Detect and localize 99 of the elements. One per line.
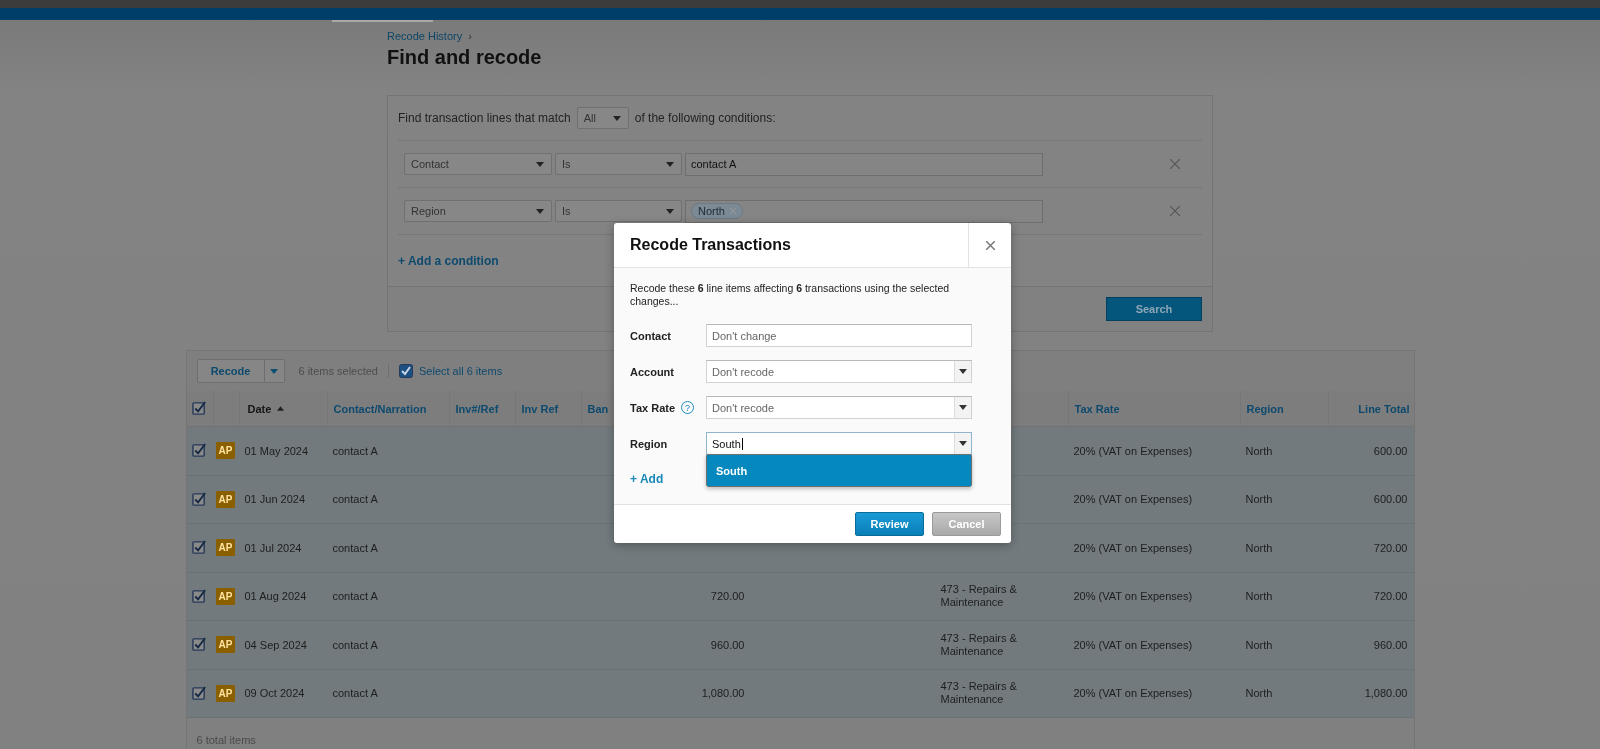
table-cell-text: 20% (VAT on Expenses) <box>1072 444 1194 457</box>
field-label: Account <box>630 365 674 378</box>
match-label: of the following conditions: <box>634 111 776 125</box>
add-link[interactable]: + Add <box>630 472 664 486</box>
cancel-button[interactable]: Cancel <box>932 512 1001 536</box>
column-header[interactable]: Region <box>1239 391 1328 426</box>
table-cell-text: 473 - Repairs & Maintenance <box>939 583 1018 610</box>
column-header[interactable]: Tax Rate <box>1067 391 1240 426</box>
operator-select[interactable]: Is <box>555 200 682 222</box>
checkbox[interactable] <box>399 364 413 378</box>
table-cell-text: 20% (VAT on Expenses) <box>1072 590 1194 603</box>
table-cell-text: North <box>1244 590 1274 603</box>
dialog-title: Recode Transactions <box>629 235 792 255</box>
table-cell-text: 20% (VAT on Expenses) <box>1072 541 1194 554</box>
text-field[interactable]: Don't change <box>706 324 972 347</box>
table-cell-text: 720.00 <box>709 590 746 603</box>
table-cell-text: North <box>1244 687 1274 700</box>
menu-toggle-button[interactable] <box>264 359 285 383</box>
table-cell-text: 473 - Repairs & Maintenance <box>939 631 1018 658</box>
search-button[interactable]: Search <box>1106 297 1202 321</box>
dropdown-option[interactable]: South <box>706 454 972 487</box>
select-all-link[interactable]: Select all 6 items <box>419 365 503 377</box>
breadcrumb-separator: › <box>468 30 472 42</box>
close-icon[interactable] <box>985 240 995 250</box>
field-select[interactable]: Region <box>404 200 552 222</box>
table-cell-text: 20% (VAT on Expenses) <box>1072 638 1194 651</box>
caret-icon <box>270 368 278 374</box>
table-cell-text: 01 Jul 2024 <box>243 541 303 554</box>
table-cell-text: North <box>1244 444 1274 457</box>
field-label: Contact <box>630 329 671 342</box>
caret-icon <box>959 405 967 410</box>
table-cell-text: 600.00 <box>1372 493 1409 506</box>
table-cell-text: contact A <box>331 444 379 457</box>
sort-up-icon <box>277 406 285 411</box>
table-cell-text: 960.00 <box>1372 638 1409 651</box>
breadcrumb-link[interactable]: Recode History <box>387 30 463 42</box>
table-cell-text: 960.00 <box>709 638 746 651</box>
column-header[interactable]: Line Total <box>1327 391 1416 426</box>
field-label: Region <box>630 437 668 450</box>
caret-icon <box>536 209 544 214</box>
type-badge: AP <box>215 442 236 460</box>
value-input[interactable]: North <box>685 199 1043 223</box>
caret-icon <box>959 369 967 374</box>
table-cell-text: 01 May 2024 <box>243 444 310 457</box>
table-cell-text: contact A <box>331 493 379 506</box>
review-button[interactable]: Review <box>855 512 924 536</box>
table-cell-text: contact A <box>331 590 379 603</box>
table-cell-text: contact A <box>331 687 379 700</box>
tag-label: North <box>698 205 725 217</box>
table-cell-text: North <box>1244 493 1274 506</box>
column-header[interactable]: Inv Ref <box>514 391 581 426</box>
table-cell-text: contact A <box>331 541 379 554</box>
operator-select[interactable]: Is <box>555 153 682 175</box>
table-cell-text: North <box>1244 541 1274 554</box>
table-cell-text: 1,080.00 <box>1363 687 1409 700</box>
column-header[interactable]: Date <box>238 391 327 426</box>
table-cell-text: 473 - Repairs & Maintenance <box>939 680 1018 707</box>
caret-icon <box>612 116 621 121</box>
match-select[interactable]: All <box>576 107 629 129</box>
type-badge: AP <box>215 587 236 605</box>
type-badge: AP <box>215 636 236 654</box>
table-cell-text: 04 Sep 2024 <box>243 638 308 651</box>
field-label: Tax Rate <box>630 401 676 414</box>
type-badge: AP <box>215 539 236 557</box>
caret-icon <box>666 162 674 167</box>
table-cell-text: 01 Jun 2024 <box>243 493 307 506</box>
caret-icon <box>959 441 967 446</box>
type-badge: AP <box>215 684 236 702</box>
add-condition-link[interactable]: + Add a condition <box>398 253 499 268</box>
recode-button[interactable]: Recode <box>196 359 265 383</box>
field-select[interactable]: Contact <box>404 153 552 175</box>
type-badge: AP <box>215 490 236 508</box>
checkbox[interactable] <box>192 401 207 416</box>
column-header[interactable]: Contact/Narration <box>326 391 449 426</box>
caret-icon <box>536 162 544 167</box>
table-cell-text: 720.00 <box>1372 590 1409 603</box>
checkbox[interactable] <box>192 637 207 653</box>
caret-icon <box>666 209 674 214</box>
table-cell-text: 600.00 <box>1372 444 1409 457</box>
value-input[interactable]: contact A <box>685 152 1043 176</box>
checkbox[interactable] <box>192 491 207 507</box>
checkbox[interactable] <box>192 443 207 459</box>
column-header[interactable]: Inv#/Ref <box>448 391 515 426</box>
table-cell-text: North <box>1244 638 1274 651</box>
table-cell-text: 1,080.00 <box>700 687 746 700</box>
combo-box[interactable]: Don't recode <box>706 396 972 419</box>
table-cell-text: 720.00 <box>1372 541 1409 554</box>
table-cell-text: 20% (VAT on Expenses) <box>1072 493 1194 506</box>
dialog-description: Recode these 6 line items affecting 6 transactions using the selected changes... <box>630 282 951 308</box>
match-label: Find transaction lines that match <box>398 111 571 125</box>
table-cell-text: 09 Oct 2024 <box>243 687 306 700</box>
table-cell-text: 01 Aug 2024 <box>243 590 308 603</box>
combo-box[interactable]: Don't recode <box>706 360 972 383</box>
table-cell-text: contact A <box>331 638 379 651</box>
checkbox[interactable] <box>192 685 207 701</box>
page-title: Find and recode <box>387 46 543 69</box>
checkbox[interactable] <box>192 588 207 604</box>
table-cell-text: 20% (VAT on Expenses) <box>1072 687 1194 700</box>
checkbox[interactable] <box>192 540 207 556</box>
